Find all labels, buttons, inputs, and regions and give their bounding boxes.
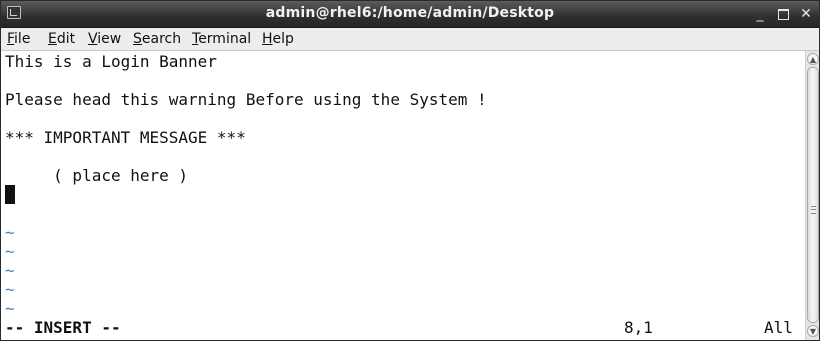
editor-line: This is a Login Banner — [5, 52, 217, 71]
vertical-scrollbar[interactable]: ▲ ▼ — [805, 51, 819, 340]
menu-search[interactable]: Search — [133, 31, 181, 47]
empty-line-marker: ~ — [5, 299, 15, 318]
window-title: admin@rhel6:/home/admin/Desktop — [265, 5, 555, 21]
menu-terminal[interactable]: Terminal — [192, 31, 251, 47]
empty-line-marker: ~ — [5, 223, 15, 242]
menu-edit[interactable]: Edit — [48, 31, 75, 47]
scroll-down-arrow-icon[interactable]: ▼ — [807, 325, 819, 337]
minimize-button[interactable]: _ — [751, 5, 769, 23]
scroll-up-arrow-icon[interactable]: ▲ — [807, 53, 819, 65]
grip-icon — [811, 206, 816, 214]
close-button[interactable]: ✕ — [797, 5, 815, 23]
editor-line: ( place here ) — [5, 166, 189, 185]
maximize-icon — [777, 8, 789, 20]
status-cursor-position: 8,1 — [624, 318, 653, 337]
menu-view[interactable]: View — [88, 31, 121, 47]
empty-line-marker: ~ — [5, 242, 15, 261]
menu-bar: File Edit View Search Terminal Help — [1, 28, 819, 51]
empty-line-marker: ~ — [5, 280, 15, 299]
status-mode: -- INSERT -- — [5, 318, 121, 337]
menu-help[interactable]: Help — [262, 31, 294, 47]
scrollbar-thumb[interactable] — [807, 67, 819, 323]
terminal-content[interactable]: This is a Login Banner Please head this … — [1, 51, 805, 340]
title-bar[interactable]: admin@rhel6:/home/admin/Desktop _ ✕ — [1, 1, 819, 28]
maximize-button[interactable] — [774, 5, 792, 23]
editor-line: *** IMPORTANT MESSAGE *** — [5, 128, 246, 147]
editor-line: Please head this warning Before using th… — [5, 90, 487, 109]
menu-file[interactable]: File — [7, 31, 30, 47]
empty-line-marker: ~ — [5, 261, 15, 280]
text-cursor — [5, 185, 15, 204]
status-scroll-position: All — [764, 318, 793, 337]
terminal-window: admin@rhel6:/home/admin/Desktop _ ✕ File… — [0, 0, 820, 341]
